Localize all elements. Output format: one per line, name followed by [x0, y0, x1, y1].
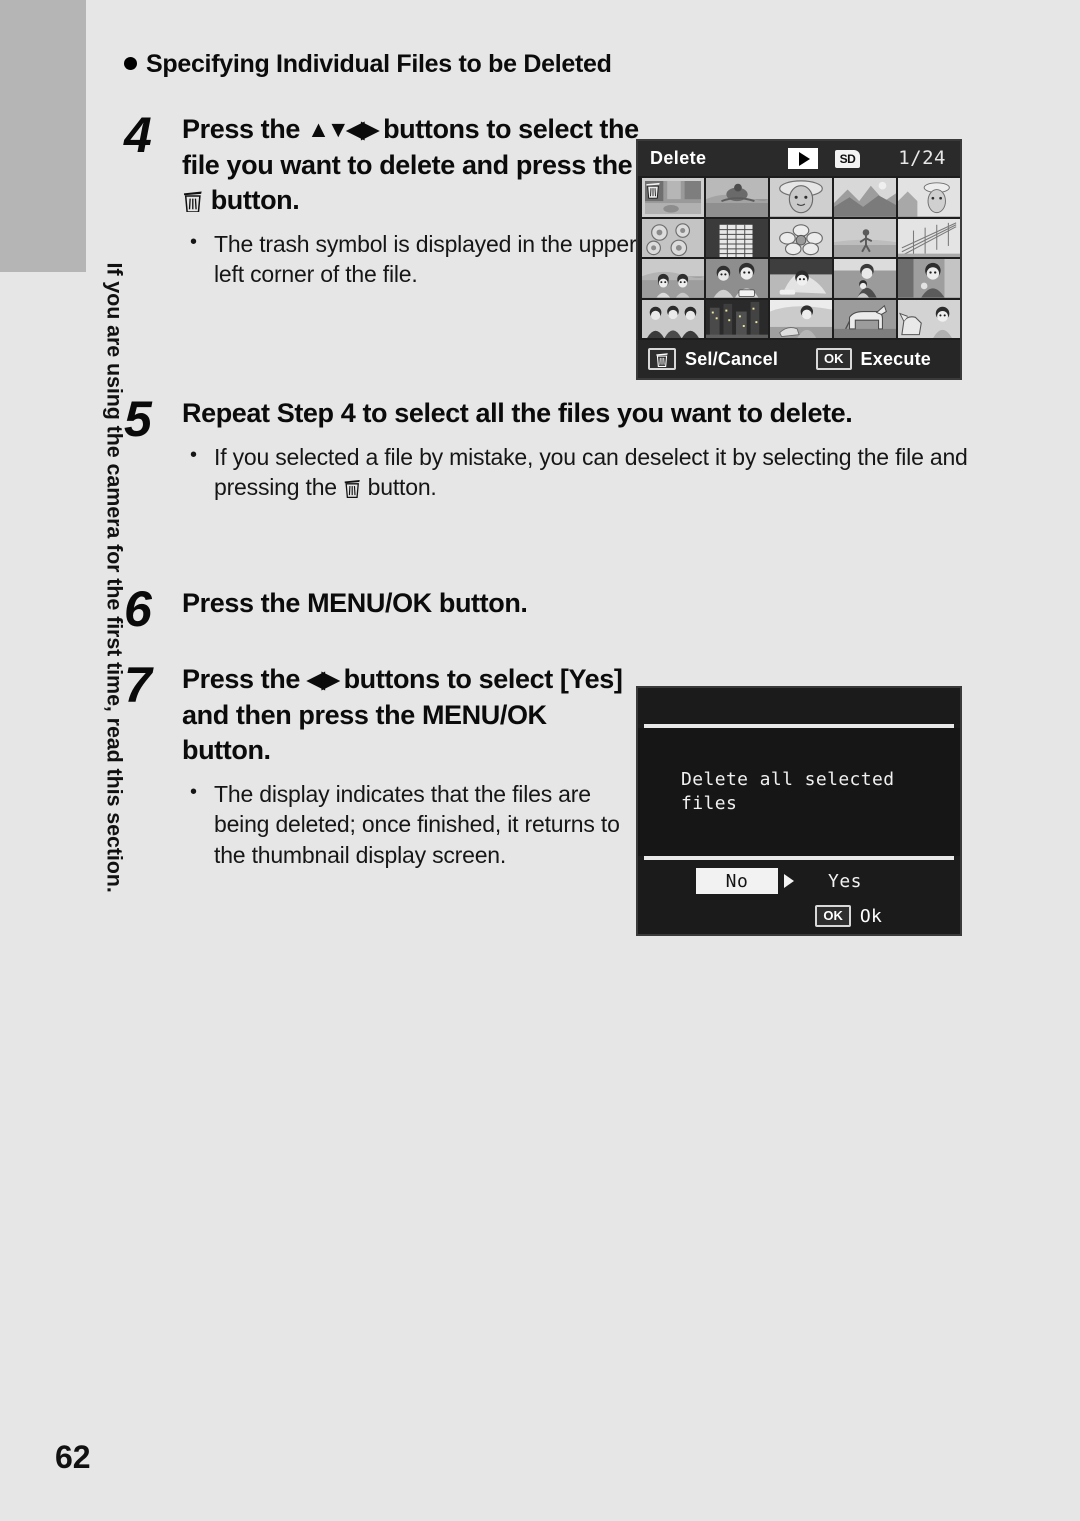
- step-4: 4 Press the ▲▼◀▶ buttons to select the f…: [124, 107, 644, 290]
- thumbnail-cell[interactable]: [642, 299, 704, 338]
- delete-screen-header: Delete SD 1/24: [638, 141, 960, 176]
- step-5-title: Repeat Step 4 to select all the files yo…: [182, 398, 853, 428]
- thumbnail-cell[interactable]: [642, 178, 704, 217]
- step-5-bullet-1-part2: button.: [361, 474, 437, 501]
- step-6-title: Press the MENU/OK button.: [182, 588, 528, 618]
- play-icon: [788, 148, 818, 169]
- execute-hint: OK Execute: [816, 347, 931, 371]
- step-4-bullets: • The trash symbol is displayed in the up…: [182, 229, 644, 290]
- thumbnail-cell[interactable]: [834, 299, 896, 338]
- step-7-bullet-1: • The display indicates that the files ar…: [190, 779, 634, 871]
- chapter-tab-band: [0, 0, 86, 272]
- ok-key-icon: OK: [815, 904, 851, 928]
- thumbnail-cell[interactable]: [834, 178, 896, 217]
- bullet-mark-icon: •: [190, 443, 197, 466]
- thumbnail-cell[interactable]: [770, 299, 832, 338]
- heading-bullet-icon: [124, 57, 137, 70]
- sel-cancel-hint: Sel/Cancel: [648, 348, 778, 370]
- ok-label: Ok: [859, 905, 882, 927]
- confirm-choice-row: No Yes: [638, 860, 960, 902]
- step-7: 7 Press the ◀▶ buttons to select [Yes] a…: [124, 657, 634, 871]
- step-4-title-part3: button.: [203, 185, 300, 216]
- thumbnail-cell[interactable]: [706, 218, 768, 257]
- thumbnail-cell[interactable]: [834, 259, 896, 298]
- step-4-title-part1: Press the: [182, 114, 308, 144]
- step-4-title: Press the ▲▼◀▶ buttons to select the fil…: [182, 112, 644, 219]
- execute-label: Execute: [860, 348, 931, 369]
- sel-cancel-label: Sel/Cancel: [685, 348, 779, 369]
- confirm-message-text: Delete all selected files: [681, 768, 895, 814]
- thumbnail-cell[interactable]: [770, 218, 832, 257]
- thumbnail-cell[interactable]: [770, 178, 832, 217]
- thumbnail-cell[interactable]: [770, 259, 832, 298]
- section-heading: Specifying Individual Files to be Delete…: [124, 50, 612, 79]
- step-6: 6 Press the MENU/OK button.: [124, 584, 804, 634]
- confirm-screen-bottombar: OK Ok: [638, 898, 960, 934]
- confirm-message-area: Delete all selected files: [638, 728, 960, 856]
- thumbnail-cell[interactable]: [642, 259, 704, 298]
- step-5-number: 5: [124, 391, 152, 447]
- left-right-glyphs-icon: ◀▶: [307, 666, 339, 692]
- thumbnail-cell[interactable]: [642, 218, 704, 257]
- delete-thumbnail-screen: Delete SD 1/24 Sel/Cancel OK Execute: [636, 139, 962, 380]
- thumbnail-cell[interactable]: [706, 299, 768, 338]
- trash-icon: [343, 477, 361, 498]
- thumbnail-cell[interactable]: [898, 178, 960, 217]
- delete-confirm-screen: Delete all selected files No Yes OK Ok: [636, 686, 962, 936]
- step-7-bullet-1-text: The display indicates that the files are…: [214, 780, 620, 869]
- frame-counter: 1/24: [898, 147, 946, 169]
- right-arrow-icon: [784, 874, 794, 888]
- thumbnail-cell[interactable]: [706, 178, 768, 217]
- trash-icon: [182, 188, 204, 213]
- step-7-bullets: • The display indicates that the files ar…: [182, 779, 634, 871]
- thumbnail-cell[interactable]: [834, 218, 896, 257]
- step-4-bullet-1: • The trash symbol is displayed in the up…: [190, 229, 644, 290]
- delete-screen-footer: Sel/Cancel OK Execute: [638, 340, 960, 378]
- bullet-mark-icon: •: [190, 230, 197, 253]
- thumbnail-cell[interactable]: [898, 299, 960, 338]
- sd-card-icon: SD: [835, 150, 860, 168]
- step-5-bullet-1: • If you selected a file by mistake, you …: [190, 442, 972, 503]
- thumbnail-cell[interactable]: [706, 259, 768, 298]
- step-7-title: Press the ◀▶ buttons to select [Yes] and…: [182, 662, 634, 769]
- step-5-bullet-1-part1: If you selected a file by mistake, you c…: [214, 443, 968, 501]
- choice-no-button[interactable]: No: [696, 868, 778, 894]
- thumbnail-grid[interactable]: [642, 178, 960, 338]
- step-7-number: 7: [124, 657, 152, 713]
- dpad-glyphs-icon: ▲▼◀▶: [307, 116, 379, 142]
- page-number: 62: [55, 1439, 91, 1475]
- step-6-number: 6: [124, 581, 152, 637]
- ok-key-icon: OK: [816, 347, 852, 371]
- step-4-bullet-1-text: The trash symbol is displayed in the upp…: [214, 230, 637, 288]
- confirm-screen-topbar: [638, 688, 960, 724]
- step-5-bullets: • If you selected a file by mistake, you …: [182, 442, 972, 503]
- step-7-title-part1: Press the: [182, 664, 308, 694]
- trash-icon: [645, 180, 661, 199]
- bullet-mark-icon: •: [190, 780, 197, 803]
- thumbnail-cell[interactable]: [898, 218, 960, 257]
- confirm-message-row: Delete all selected files: [662, 768, 895, 817]
- trash-key-icon: [648, 348, 676, 370]
- step-4-number: 4: [124, 107, 152, 163]
- delete-screen-title: Delete: [650, 148, 707, 168]
- step-5: 5 Repeat Step 4 to select all the files …: [124, 391, 972, 503]
- choice-yes-button[interactable]: Yes: [828, 871, 862, 892]
- thumbnail-cell[interactable]: [898, 259, 960, 298]
- section-heading-text: Specifying Individual Files to be Delete…: [146, 50, 612, 78]
